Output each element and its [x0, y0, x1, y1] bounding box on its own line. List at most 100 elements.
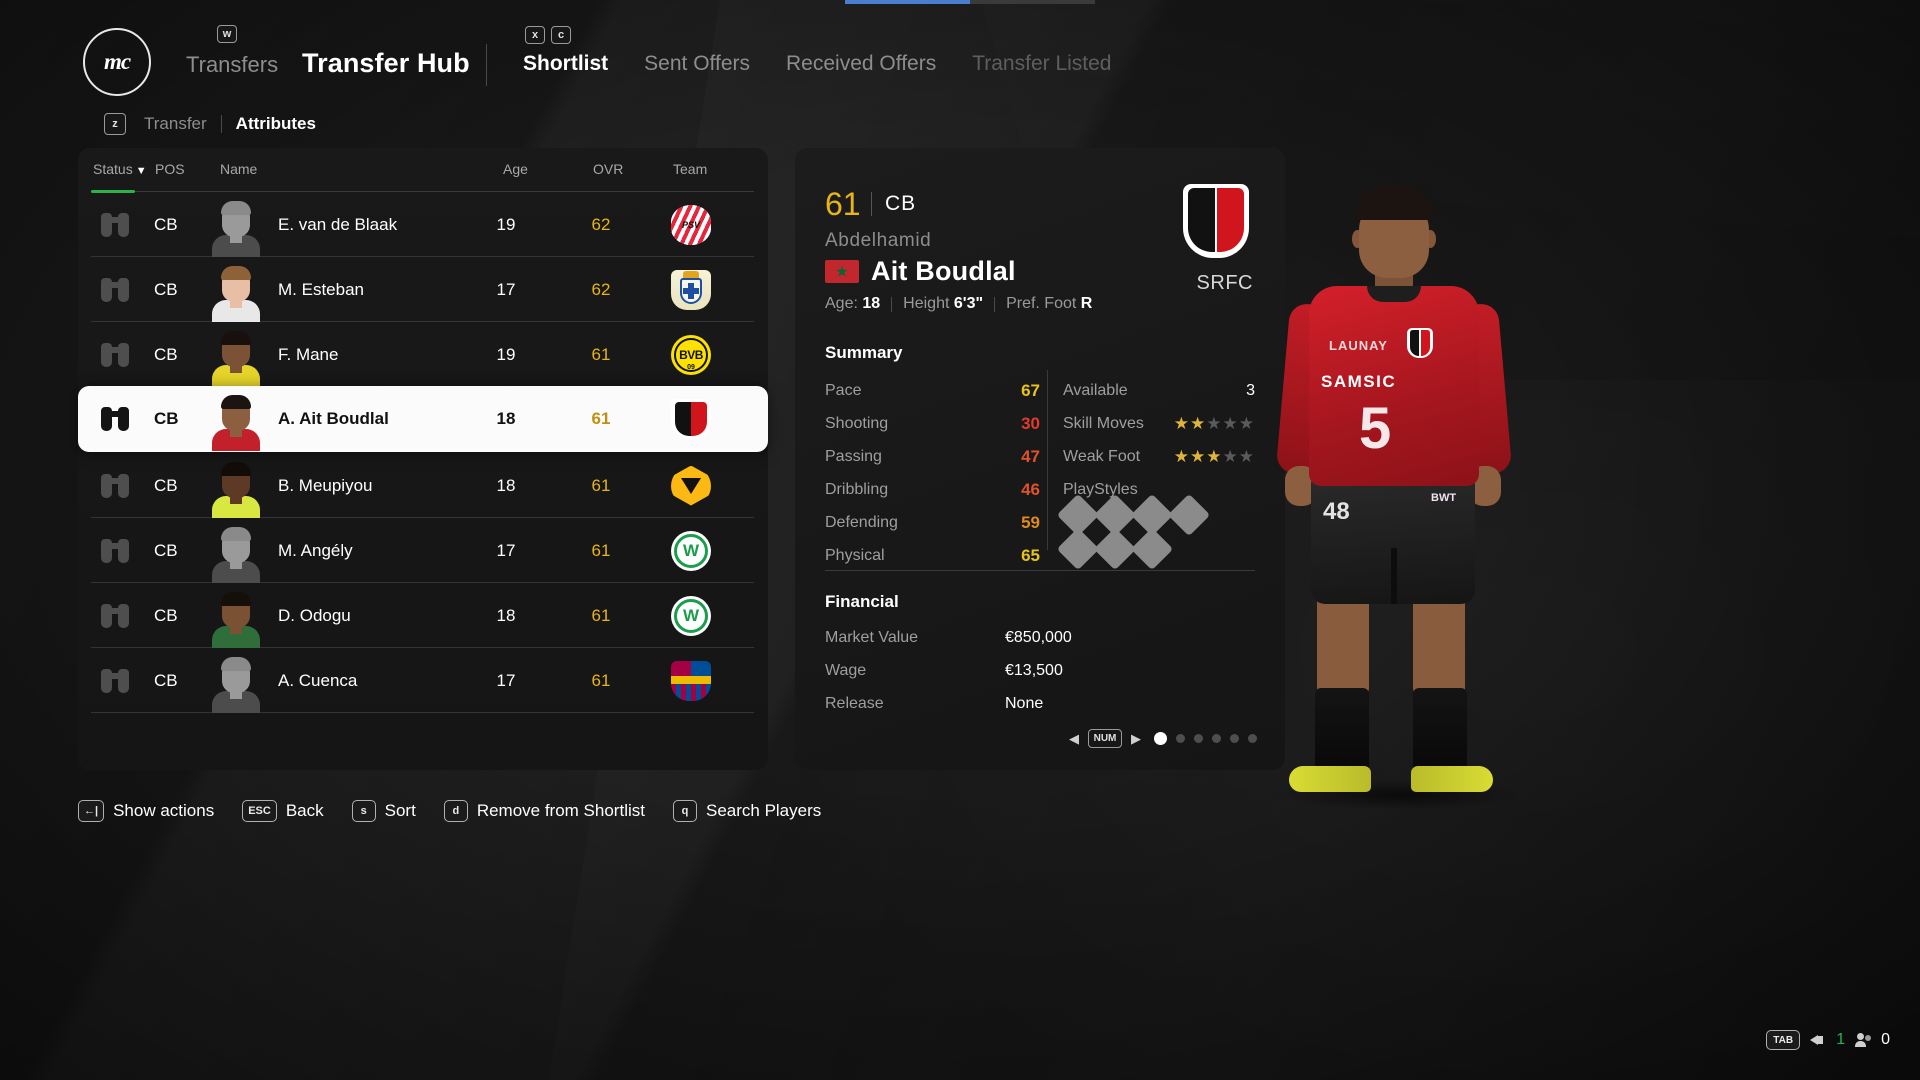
row-player-name: E. van de Blaak: [278, 214, 398, 234]
meta-row: Available 3: [1063, 374, 1255, 407]
tab-attributes[interactable]: Attributes: [236, 114, 316, 134]
attribute-label: Defending: [825, 513, 898, 531]
attribute-value: 47: [1021, 446, 1040, 466]
meta-label: Weak Foot: [1063, 447, 1141, 465]
player-3d-render: 48 BWT LAUNAY SAMSIC 5: [1255, 168, 1555, 810]
binoculars-icon[interactable]: [93, 210, 137, 240]
binoculars-icon[interactable]: [93, 666, 137, 696]
row-position: CB: [154, 409, 179, 428]
table-row[interactable]: CB A. Cuenca 17 61: [78, 648, 768, 713]
subnav-item-received-offers[interactable]: Received Offers: [786, 52, 936, 76]
morocco-flag-icon: ★: [825, 260, 859, 283]
detail-pager[interactable]: ◀ NUM ▶: [1069, 729, 1257, 748]
binoculars-icon[interactable]: [93, 601, 137, 631]
shorts-number: 48: [1323, 498, 1350, 525]
financial-row: Market Value €850,000: [825, 621, 1225, 654]
table-row[interactable]: CB F. Mane 19 61 BVB 09: [78, 322, 768, 387]
pager-dot[interactable]: [1176, 734, 1185, 743]
row-position: CB: [154, 344, 178, 364]
row-age: 19: [496, 214, 516, 234]
row-player-name: F. Mane: [278, 344, 339, 364]
binoculars-icon[interactable]: [93, 404, 137, 434]
attribute-value: 67: [1021, 380, 1040, 400]
meta-label: Skill Moves: [1063, 414, 1144, 432]
sort-caret-icon: ▼: [135, 165, 147, 177]
column-header-pos[interactable]: POS: [155, 161, 185, 177]
subnav-item-transfer-listed[interactable]: Transfer Listed: [972, 52, 1111, 76]
row-player-name: A. Cuenca: [278, 670, 358, 690]
tab-transfer[interactable]: Transfer: [144, 114, 207, 134]
row-age: 18: [496, 605, 516, 625]
table-row[interactable]: CB D. Odogu 18 61 W: [78, 583, 768, 648]
action-label: Show actions: [113, 801, 215, 820]
tabs-row: z Transfer Attributes: [104, 113, 316, 135]
column-header-ovr[interactable]: OVR: [593, 161, 623, 177]
row-ovr: 62: [591, 279, 611, 299]
column-header-name[interactable]: Name: [220, 161, 257, 177]
bottom-status-bar: TAB 1 0: [1766, 1030, 1890, 1050]
table-row[interactable]: CB B. Meupiyou 18 61: [78, 453, 768, 518]
row-age: 17: [496, 279, 516, 299]
pager-dot[interactable]: [1154, 732, 1167, 745]
subnav-item-shortlist[interactable]: Shortlist: [523, 52, 608, 76]
nav-item-transfers[interactable]: Transfers: [186, 52, 278, 78]
row-ovr: 61: [591, 670, 611, 690]
action-search-players[interactable]: q Search Players: [672, 800, 821, 822]
people-icon: [1855, 1032, 1875, 1048]
table-row[interactable]: CB A. Ait Boudlal 18 61: [78, 386, 768, 452]
row-player-name: M. Esteban: [278, 279, 364, 299]
detail-bio: Age: 18 Height 6'3" Pref. Foot R: [825, 295, 1092, 313]
playstyle-diamond-icon: [1167, 493, 1211, 537]
action-bar: ←| Show actions ESC Back s Sort d Remove from S…: [78, 800, 849, 822]
binoculars-icon[interactable]: [93, 340, 137, 370]
action-show-actions[interactable]: ←| Show actions: [78, 800, 214, 822]
row-team-crest: [661, 660, 721, 702]
column-header-status[interactable]: Status ▼: [93, 161, 147, 177]
action-back[interactable]: ESC Back: [242, 800, 324, 822]
detail-name-line: ★ Ait Boudlal: [825, 256, 1016, 287]
table-row[interactable]: CB M. Angély 17 61 W: [78, 518, 768, 583]
attribute-label: Pace: [825, 381, 862, 399]
meta-row: Skill Moves ★★★★★: [1063, 407, 1255, 440]
player-face-thumbnail: [208, 322, 264, 387]
action-remove-from-shortlist[interactable]: d Remove from Shortlist: [443, 800, 645, 822]
row-player-name: D. Odogu: [278, 605, 351, 625]
page-title: Transfer Hub: [302, 48, 470, 78]
star-rating: ★★★★★: [1173, 446, 1255, 466]
club-logo-icon: mc: [83, 28, 151, 96]
pager-dot[interactable]: [1194, 734, 1203, 743]
column-header-team[interactable]: Team: [673, 161, 707, 177]
table-row[interactable]: CB M. Esteban 17 62: [78, 257, 768, 322]
player-face-thumbnail: [208, 518, 264, 583]
row-ovr: 61: [591, 605, 611, 625]
player-face-thumbnail: [208, 648, 264, 713]
player-boot-right: [1411, 766, 1493, 792]
financial-value: None: [1005, 694, 1044, 712]
summary-heading: Summary: [825, 343, 903, 362]
key-hint: q: [672, 800, 697, 822]
subnav-item-sent-offers[interactable]: Sent Offers: [644, 52, 750, 76]
financial-label: Wage: [825, 661, 867, 679]
bio-age-value: 18: [862, 295, 881, 312]
player-hair: [1355, 186, 1433, 220]
player-face-thumbnail: [208, 453, 264, 518]
key-hint-tab: TAB: [1766, 1030, 1801, 1050]
detail-club-abbr: SRFC: [1196, 272, 1253, 294]
pager-next-icon[interactable]: ▶: [1131, 731, 1141, 747]
binoculars-icon[interactable]: [93, 275, 137, 305]
binoculars-icon[interactable]: [93, 471, 137, 501]
pager-dot[interactable]: [1230, 734, 1239, 743]
binoculars-icon[interactable]: [93, 536, 137, 566]
action-sort[interactable]: s Sort: [351, 800, 416, 822]
table-row[interactable]: CB E. van de Blaak 19 62 PSV: [78, 192, 768, 257]
financial-row: Release None: [825, 687, 1225, 720]
row-team-crest: [661, 269, 721, 311]
people-status: 0: [1855, 1031, 1890, 1049]
column-header-age[interactable]: Age: [503, 161, 528, 177]
jersey-crest-icon: [1407, 328, 1433, 358]
pager-dot[interactable]: [1212, 734, 1221, 743]
attribute-row: Defending 59: [825, 506, 1040, 539]
detail-first-name: Abdelhamid: [825, 230, 932, 251]
pager-prev-icon[interactable]: ◀: [1069, 731, 1079, 747]
detail-ovr: 61: [825, 186, 861, 222]
